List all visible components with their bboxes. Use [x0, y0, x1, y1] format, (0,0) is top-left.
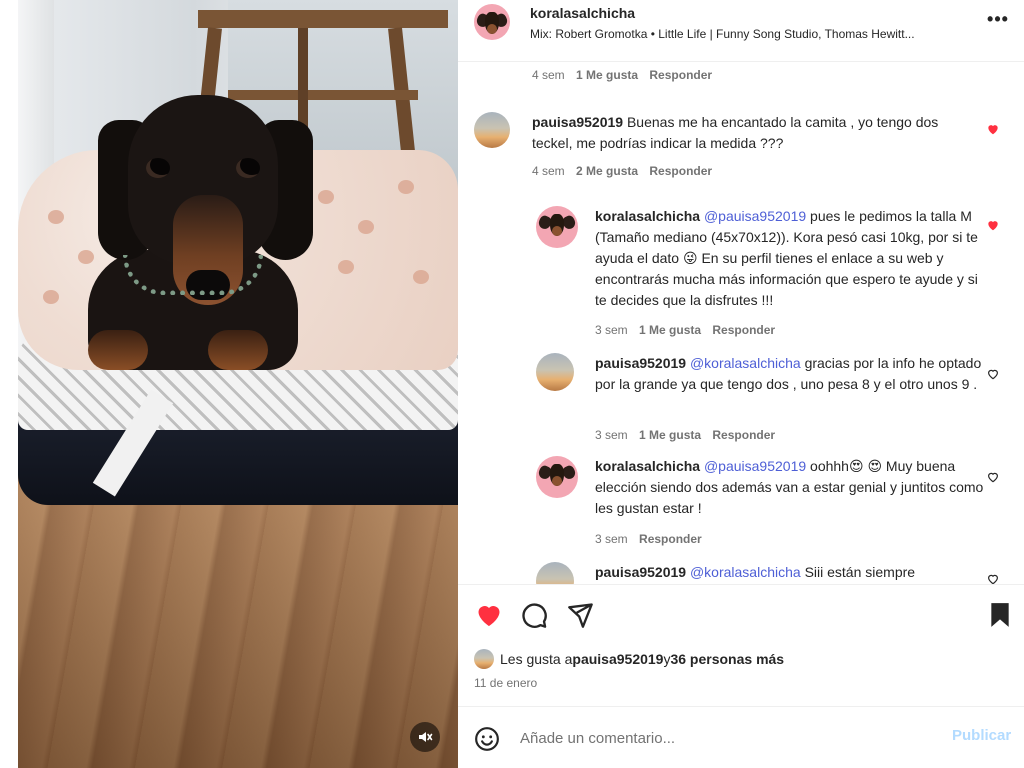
liker-avatar	[474, 649, 494, 669]
comment-reply: koralasalchicha @pauisa952019 pues le pe…	[536, 206, 1016, 326]
mute-button[interactable]	[410, 722, 440, 752]
comment-username[interactable]: koralasalchicha	[595, 208, 700, 224]
muted-speaker-icon	[419, 732, 433, 742]
smiley-icon[interactable]	[474, 726, 500, 752]
comment-likes[interactable]: 2 Me gusta	[576, 164, 638, 178]
comment-meta: 4 sem 1 Me gusta Responder	[532, 68, 712, 82]
comment-meta: 3 sem 1 Me gusta Responder	[595, 428, 775, 442]
comment-heart-filled-icon[interactable]	[986, 122, 1000, 136]
comment-reply-button[interactable]: Responder	[649, 68, 712, 82]
comment-likes[interactable]: 1 Me gusta	[576, 68, 638, 82]
audio-attribution[interactable]: Mix: Robert Gromotka • Little Life | Fun…	[530, 27, 915, 41]
comment-time[interactable]: 3 sem	[595, 532, 628, 546]
bookmark-filled-icon[interactable]	[988, 602, 1012, 628]
likes-summary[interactable]: Les gusta a pauisa952019 y 36 personas m…	[474, 648, 784, 670]
comment-time[interactable]: 3 sem	[595, 323, 628, 337]
comment-text: pauisa952019 Buenas me ha encantado la c…	[532, 114, 939, 151]
comment-heart-outline-icon[interactable]	[986, 367, 1000, 381]
commenter-avatar[interactable]	[536, 562, 574, 584]
comment-likes[interactable]: 1 Me gusta	[639, 428, 701, 442]
comment-reply-button[interactable]: Responder	[649, 164, 712, 178]
comment-meta: 4 sem 2 Me gusta Responder	[532, 164, 712, 178]
comment-mention[interactable]: @pauisa952019	[704, 208, 806, 224]
comment-text: koralasalchicha @pauisa952019 oohhh😍 😍 M…	[595, 458, 984, 516]
comment-mention[interactable]: @koralasalchicha	[690, 564, 801, 580]
author-avatar[interactable]	[474, 4, 510, 40]
comment-username[interactable]: pauisa952019	[595, 355, 686, 371]
liker-username[interactable]: pauisa952019	[572, 651, 663, 667]
comment-time[interactable]: 3 sem	[595, 428, 628, 442]
comment-likes[interactable]: 1 Me gusta	[639, 323, 701, 337]
likes-count[interactable]: 36 personas más	[670, 651, 784, 667]
comment-text: pauisa952019 @koralasalchicha gracias po…	[595, 355, 982, 392]
comment-input[interactable]	[520, 725, 940, 751]
paper-plane-icon[interactable]	[566, 601, 594, 629]
heart-filled-icon[interactable]	[474, 601, 504, 629]
comment-composer: Publicar	[458, 706, 1024, 768]
comment-heart-outline-icon[interactable]	[986, 470, 1000, 484]
comment-reply-button[interactable]: Responder	[712, 323, 775, 337]
comment-reply-button[interactable]: Responder	[712, 428, 775, 442]
comment-username[interactable]: pauisa952019	[532, 114, 623, 130]
dog-front-leg	[88, 330, 148, 370]
comment-username[interactable]: koralasalchicha	[595, 458, 700, 474]
comment-reply-button[interactable]: Responder	[639, 532, 702, 546]
comment-username[interactable]: pauisa952019	[595, 564, 686, 580]
post-date[interactable]: 11 de enero	[474, 676, 537, 690]
commenter-avatar[interactable]	[536, 456, 578, 498]
comment-bubble-icon[interactable]	[520, 601, 548, 629]
comment-meta: 3 sem 1 Me gusta Responder	[595, 323, 775, 337]
post-media[interactable]	[18, 0, 458, 768]
post-details-panel: koralasalchicha Mix: Robert Gromotka • L…	[458, 0, 1024, 768]
comment-mention[interactable]: @koralasalchicha	[690, 355, 801, 371]
commenter-avatar[interactable]	[474, 112, 510, 148]
comments-list: 4 sem 1 Me gusta Responder pauisa952019 …	[458, 62, 1024, 584]
dog-collar	[123, 255, 263, 295]
dog-eye	[146, 158, 170, 178]
commenter-avatar[interactable]	[536, 353, 574, 391]
comment-reply: pauisa952019 @koralasalchicha gracias po…	[536, 353, 1016, 423]
comment-text: pauisa952019 @koralasalchicha Siii están…	[595, 564, 916, 580]
dog-front-leg	[208, 330, 268, 370]
publish-button[interactable]: Publicar	[952, 727, 1011, 744]
comment-meta: 3 sem Responder	[595, 532, 702, 546]
post-header: koralasalchicha Mix: Robert Gromotka • L…	[458, 0, 1024, 62]
comment-time[interactable]: 4 sem	[532, 68, 565, 82]
more-horizontal-icon[interactable]: •••	[986, 10, 1010, 32]
comment-reply: koralasalchicha @pauisa952019 oohhh😍 😍 M…	[536, 456, 1016, 528]
comment-reply: pauisa952019 @koralasalchicha Siii están…	[536, 562, 1016, 584]
action-bar	[458, 584, 1024, 642]
commenter-avatar[interactable]	[536, 206, 578, 248]
comment: pauisa952019 Buenas me ha encantado la c…	[474, 112, 1014, 192]
dog-eye	[236, 158, 260, 178]
comment-text: koralasalchicha @pauisa952019 pues le pe…	[595, 208, 978, 308]
comment-heart-filled-icon[interactable]	[986, 218, 1000, 232]
comment-mention[interactable]: @pauisa952019	[704, 458, 806, 474]
post-viewer: koralasalchicha Mix: Robert Gromotka • L…	[0, 0, 1024, 768]
comment-heart-outline-icon[interactable]	[986, 572, 1000, 584]
comment-time[interactable]: 4 sem	[532, 164, 565, 178]
author-username[interactable]: koralasalchicha	[530, 5, 635, 21]
